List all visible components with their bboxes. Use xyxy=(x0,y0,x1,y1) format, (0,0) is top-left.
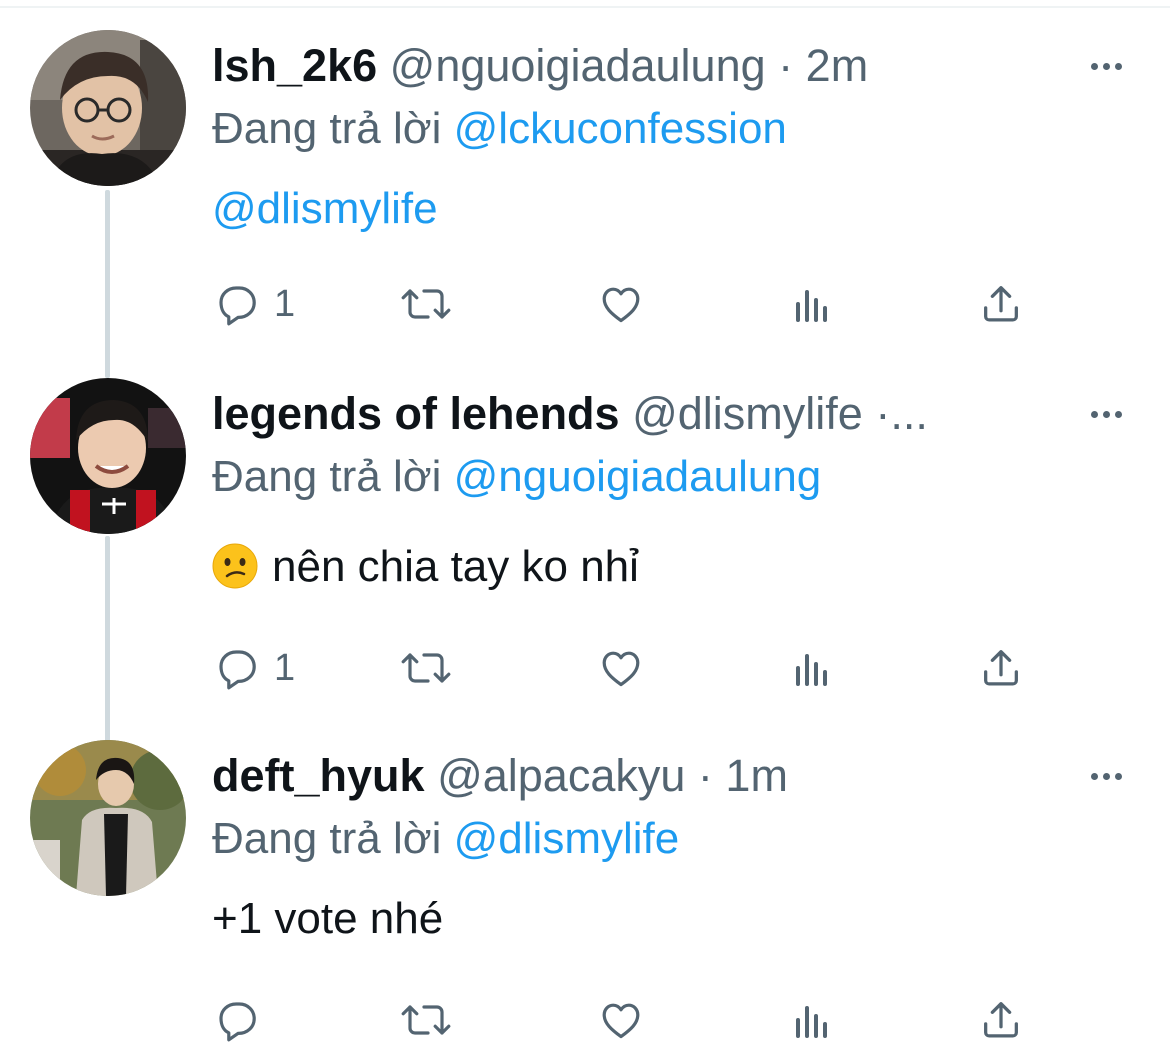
views-button[interactable] xyxy=(790,638,834,698)
thread-connector-line xyxy=(105,190,110,378)
replying-to-label: Đang trả lời xyxy=(212,814,442,863)
tweet-body: +1 vote nhé xyxy=(212,894,444,943)
content-mention[interactable]: @dlismylife xyxy=(212,184,438,233)
share-icon xyxy=(978,280,1024,328)
tweet-text: +1 vote nhé xyxy=(212,890,443,948)
tweet-text: nên chia tay ko nhỉ xyxy=(212,538,639,596)
views-icon xyxy=(790,644,834,692)
tweet-actions: 1 xyxy=(212,274,1042,334)
reply-count: 1 xyxy=(274,283,296,325)
views-button[interactable] xyxy=(790,274,834,334)
replying-to-label: Đang trả lời xyxy=(212,104,442,153)
display-name[interactable]: lsh_2k6 xyxy=(212,40,377,91)
share-button[interactable] xyxy=(978,990,1024,1050)
retweet-button[interactable] xyxy=(398,638,454,698)
avatar[interactable] xyxy=(30,30,186,186)
separator: · xyxy=(697,750,713,801)
replying-to: Đang trả lời @dlismylife xyxy=(212,810,679,868)
confused-face-emoji xyxy=(212,543,258,589)
user-handle[interactable]: @nguoigiadaulung xyxy=(390,40,766,91)
display-name[interactable]: deft_hyuk xyxy=(212,750,425,801)
reply-icon xyxy=(212,996,260,1044)
like-icon xyxy=(596,280,646,328)
views-icon xyxy=(790,280,834,328)
replying-to-mention[interactable]: @dlismylife xyxy=(454,814,680,863)
replying-to-label: Đang trả lời xyxy=(212,452,442,501)
replying-to: Đang trả lời @lckuconfession xyxy=(212,100,787,158)
avatar[interactable] xyxy=(30,740,186,896)
share-button[interactable] xyxy=(978,274,1024,334)
user-handle[interactable]: @dlismylife xyxy=(632,388,863,439)
tweet-header: legends of lehends @dlismylife ·... xyxy=(212,384,1072,444)
reply-count: 1 xyxy=(274,647,296,689)
retweet-button[interactable] xyxy=(398,274,454,334)
retweet-icon xyxy=(398,996,454,1044)
separator: ·... xyxy=(875,388,928,439)
share-button[interactable] xyxy=(978,638,1024,698)
tweet-actions xyxy=(212,990,1042,1050)
more-icon[interactable] xyxy=(1082,766,1130,786)
like-icon xyxy=(596,996,646,1044)
tweet-actions: 1 xyxy=(212,638,1042,698)
replying-to-mention[interactable]: @nguoigiadaulung xyxy=(454,452,822,501)
reply-button[interactable]: 1 xyxy=(212,638,295,698)
reply-button[interactable]: 1 xyxy=(212,274,295,334)
avatar[interactable] xyxy=(30,378,186,534)
tweet-header: deft_hyuk @alpacakyu · 1m xyxy=(212,746,1072,806)
timestamp[interactable]: 1m xyxy=(725,750,788,801)
retweet-button[interactable] xyxy=(398,990,454,1050)
user-handle[interactable]: @alpacakyu xyxy=(437,750,685,801)
more-icon[interactable] xyxy=(1082,404,1130,424)
replying-to: Đang trả lời @nguoigiadaulung xyxy=(212,448,821,506)
more-icon[interactable] xyxy=(1082,56,1130,76)
replying-to-mention[interactable]: @lckuconfession xyxy=(454,104,787,153)
like-icon xyxy=(596,644,646,692)
reply-icon xyxy=(212,644,260,692)
separator: · xyxy=(778,40,794,91)
like-button[interactable] xyxy=(596,274,646,334)
thread-connector-line xyxy=(105,536,110,742)
tweet-header: lsh_2k6 @nguoigiadaulung · 2m xyxy=(212,36,1072,96)
views-icon xyxy=(790,996,834,1044)
views-button[interactable] xyxy=(790,990,834,1050)
retweet-icon xyxy=(398,280,454,328)
display-name[interactable]: legends of lehends xyxy=(212,388,620,439)
retweet-icon xyxy=(398,644,454,692)
like-button[interactable] xyxy=(596,638,646,698)
tweet-text: @dlismylife xyxy=(212,180,438,238)
share-icon xyxy=(978,996,1024,1044)
tweet-body: nên chia tay ko nhỉ xyxy=(272,542,639,591)
like-button[interactable] xyxy=(596,990,646,1050)
timestamp[interactable]: 2m xyxy=(806,40,869,91)
reply-icon xyxy=(212,280,260,328)
top-divider xyxy=(0,6,1170,8)
share-icon xyxy=(978,644,1024,692)
reply-button[interactable] xyxy=(212,990,274,1050)
